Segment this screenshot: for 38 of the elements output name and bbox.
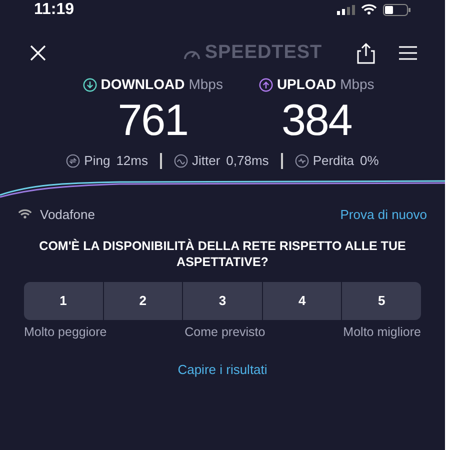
menu-button[interactable] [399, 45, 417, 61]
scale-label: Come previsto [184, 324, 266, 341]
retry-link[interactable]: Prova di nuovo [340, 204, 427, 224]
result-unit: Mbps [340, 75, 374, 94]
close-button[interactable] [28, 43, 48, 63]
battery-icon [383, 4, 411, 16]
wave-circle-icon [174, 154, 188, 168]
provider-name: Vodafone [40, 206, 95, 224]
wifi-icon [18, 209, 32, 220]
result-value: 761 [118, 99, 188, 143]
pulse-circle-icon [294, 154, 309, 168]
rating-option[interactable]: 2 [104, 282, 182, 320]
wifi-icon [361, 4, 377, 15]
scale-label: Molto migliore [343, 324, 421, 341]
app-title: SPEEDTEST [204, 40, 322, 65]
rating-option[interactable]: 4 [262, 282, 342, 320]
results-link[interactable]: Capire i risultati [178, 360, 268, 380]
result-value: 384 [282, 99, 352, 143]
stat-label: Ping [84, 152, 110, 170]
stat-label: Perdita [312, 152, 354, 170]
download-icon [82, 78, 97, 92]
result-label: UPLOAD [276, 75, 336, 94]
arrows-circle-icon [66, 154, 80, 168]
rating-option[interactable]: 5 [342, 282, 421, 320]
stat-label: Jitter [192, 152, 220, 170]
survey-question: COM'È LA DISPONIBILITÀ DELLA RETE RISPETTO ALLE TUE ASPETTATIVE? [38, 238, 407, 270]
result-unit: Mbps [188, 75, 223, 94]
stat-value: 12ms [116, 152, 148, 170]
share-button[interactable] [357, 42, 375, 64]
result-label: DOWNLOAD [100, 75, 185, 94]
signal-icon [337, 4, 355, 14]
rating-option[interactable]: 3 [183, 282, 262, 320]
upload-icon [258, 78, 273, 92]
rating-option[interactable]: 1 [24, 282, 103, 320]
status-time: 11:19 [34, 1, 74, 18]
stat-value: 0% [360, 152, 379, 170]
stat-value: 0,78ms [226, 152, 269, 170]
scale-label: Molto peggiore [24, 324, 107, 341]
